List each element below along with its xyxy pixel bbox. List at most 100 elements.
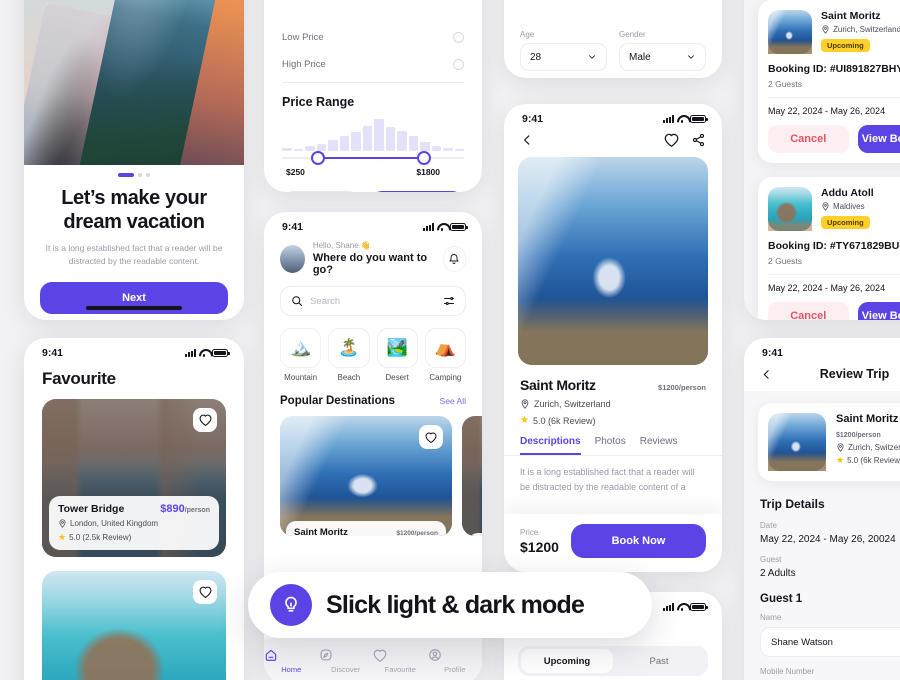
heart-icon[interactable]	[193, 408, 217, 432]
tab-label: Favourite	[384, 664, 416, 674]
histogram-bar-5	[339, 135, 349, 151]
status-badge: Upcoming	[821, 39, 870, 52]
favourite-price: $890/person	[160, 503, 210, 515]
notification-bell-icon[interactable]	[442, 245, 467, 272]
radio-high-price[interactable]	[453, 59, 464, 70]
destination-name: Saint Moritz	[294, 527, 348, 536]
guest1-title: Guest 1	[760, 593, 803, 605]
favourite-location: London, United Kingdom	[58, 519, 210, 528]
status-bar: 9:41	[744, 338, 900, 363]
location-pin-icon	[822, 202, 829, 211]
back-icon[interactable]	[520, 133, 534, 147]
star-icon: ★	[58, 532, 67, 542]
back-icon[interactable]	[760, 368, 773, 381]
heart-icon[interactable]	[664, 133, 679, 147]
filter-row-low-price[interactable]: Low Price	[264, 0, 482, 51]
signal-icon	[663, 603, 674, 611]
divider	[768, 97, 900, 98]
histogram-bar-9	[385, 127, 395, 151]
heart-icon[interactable]	[419, 425, 443, 449]
detail-hero-photo	[518, 157, 708, 365]
age-select[interactable]: 28	[520, 43, 607, 71]
tab-favourite[interactable]: Favourite	[373, 649, 428, 674]
category-desert[interactable]: 🏞️ Desert	[376, 328, 418, 382]
cancel-button[interactable]: Cancel	[768, 302, 849, 320]
onboarding-title-line1: Let’s make your	[61, 187, 207, 209]
filter-row-high-price[interactable]: High Price	[264, 51, 482, 78]
tab-discover[interactable]: Discover	[319, 648, 374, 674]
category-label: Mountain	[284, 373, 318, 382]
discover-icon	[319, 648, 374, 662]
view-booking-button[interactable]: View Booking	[857, 125, 900, 153]
histogram-bar-3	[316, 143, 326, 151]
see-all-link[interactable]: See All	[440, 396, 466, 406]
segment-past[interactable]: Past	[613, 649, 705, 673]
dot-3[interactable]	[146, 173, 150, 177]
tab-photos[interactable]: Photos	[595, 436, 626, 455]
destination-card[interactable]: Tower Bridge	[462, 416, 482, 536]
booking-location: Zurich, Switzerland	[821, 25, 900, 34]
popular-destinations-carousel[interactable]: Saint Moritz $1200/person Zurich, Switze…	[264, 407, 482, 536]
booking-name: Saint Moritz	[821, 10, 881, 22]
category-mountain[interactable]: 🏔️ Mountain	[280, 328, 322, 382]
avatar[interactable]	[280, 244, 305, 273]
booking-dates: May 22, 2024 - May 26, 2024	[768, 106, 886, 116]
histogram-bar-10	[397, 131, 407, 151]
book-now-button[interactable]: Book Now	[570, 524, 706, 558]
status-bar: 9:41	[504, 104, 722, 129]
cancel-button[interactable]: Cancel	[768, 125, 849, 153]
category-beach[interactable]: 🏝️ Beach	[328, 328, 370, 382]
booking-form-footer: Price $2400 Confirm Booking	[504, 71, 722, 78]
booking-card-header: Saint Moritz Zurich, Switzerland Upcomin…	[768, 10, 900, 54]
star-icon: ★	[520, 415, 529, 426]
age-value: 28	[530, 51, 542, 63]
booking-actions: Cancel View Booking	[768, 125, 900, 153]
tab-descriptions[interactable]: Descriptions	[520, 436, 581, 455]
search-placeholder: Search	[310, 295, 341, 307]
price-range-slider[interactable]	[282, 151, 464, 165]
slider-knob-max[interactable]	[416, 151, 431, 165]
apply-filter-button[interactable]: Apply Filter	[369, 191, 464, 192]
dot-active[interactable]	[118, 173, 134, 177]
reset-button[interactable]: Reset	[282, 191, 360, 192]
filter-actions: Reset Apply Filter	[264, 177, 482, 192]
slider-knob-min[interactable]	[311, 151, 326, 165]
favourite-name: Tower Bridge	[58, 503, 125, 515]
histogram-bar-4	[328, 139, 338, 151]
slider-fill	[314, 157, 424, 159]
favourite-card[interactable]: Tower Bridge $890/person London, United …	[42, 399, 226, 557]
onboarding-subtitle: It is a long established fact that a rea…	[45, 243, 223, 266]
favourite-card[interactable]	[42, 571, 226, 680]
radio-low-price[interactable]	[453, 32, 464, 43]
status-bar: 9:41	[24, 338, 244, 363]
onboarding-title-line2: dream vacation	[63, 210, 205, 233]
onboarding-pagination-dots[interactable]	[24, 165, 244, 177]
search-input[interactable]: Search	[280, 286, 466, 316]
status-icons	[663, 603, 708, 611]
dot-2[interactable]	[138, 173, 142, 177]
phone-onboarding: Let’s make your dream vacation It is a l…	[24, 0, 244, 320]
heart-icon[interactable]	[193, 580, 217, 604]
slider-max-label: $1800	[416, 167, 440, 177]
view-booking-button[interactable]: View Booking	[857, 302, 900, 320]
tab-label: Discover	[331, 665, 361, 674]
date-label: Date	[760, 521, 777, 530]
share-icon[interactable]	[691, 133, 706, 147]
detail-actions	[664, 133, 706, 147]
wifi-icon	[437, 223, 447, 231]
gender-field[interactable]: Gender Male	[619, 30, 706, 71]
category-camping[interactable]: ⛺ Camping	[424, 328, 466, 382]
bookings-segmented-control[interactable]: Upcoming Past	[518, 646, 708, 676]
tab-profile[interactable]: Profile	[428, 648, 483, 674]
gender-select[interactable]: Male	[619, 43, 706, 71]
mobile-number-label: Mobile Number	[760, 667, 815, 676]
destination-card[interactable]: Saint Moritz $1200/person Zurich, Switze…	[280, 416, 452, 536]
tab-home[interactable]: Home	[264, 648, 319, 674]
phone-favourite: 9:41 Favourite Tower Bridge $890/person	[24, 338, 244, 680]
age-field[interactable]: Age 28	[520, 30, 607, 71]
booking-thumbnail	[768, 10, 812, 54]
booking-name: Addu Atoll	[821, 187, 874, 199]
guest-name-input[interactable]: Shane Watson	[760, 627, 900, 657]
tab-reviews[interactable]: Reviews	[640, 436, 678, 455]
segment-upcoming[interactable]: Upcoming	[521, 649, 613, 673]
